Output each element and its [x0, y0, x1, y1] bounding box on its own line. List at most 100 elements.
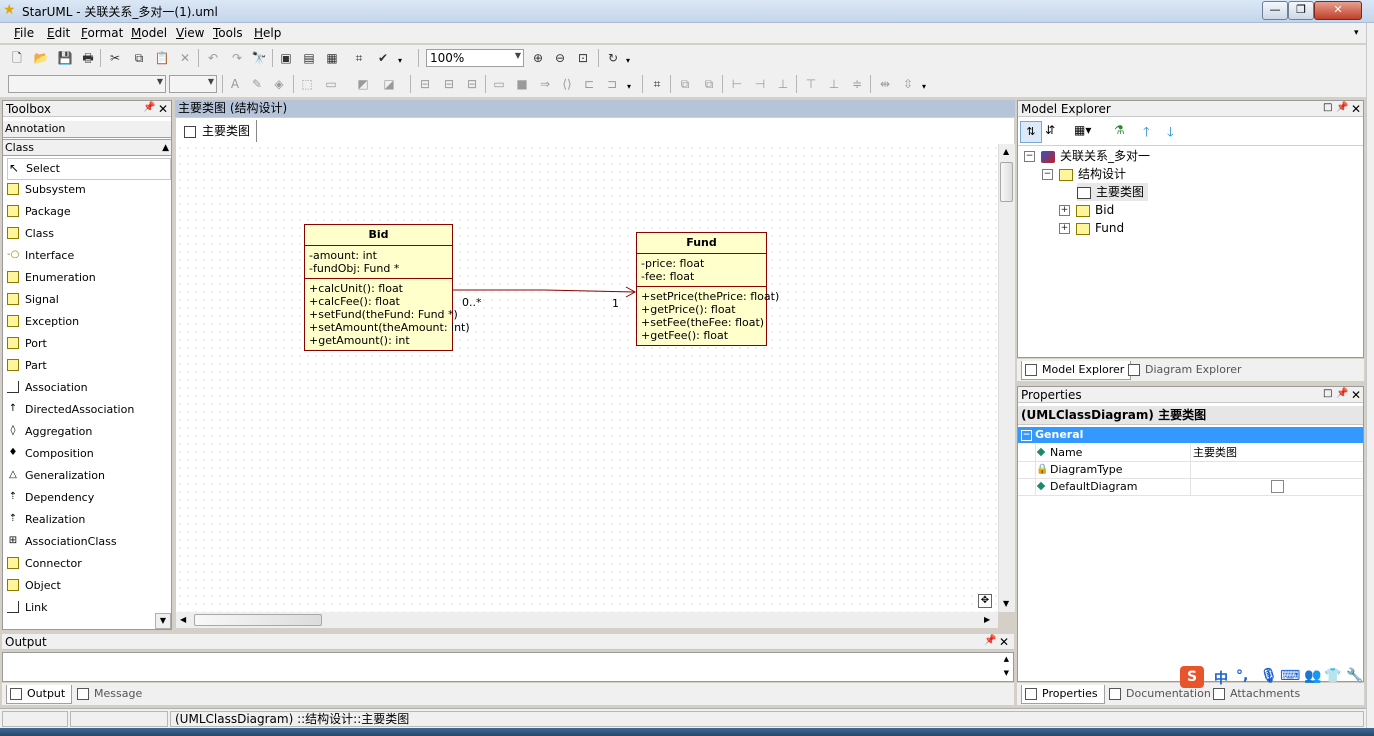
property-group-general[interactable]: − General [1018, 427, 1363, 443]
align-left-icon[interactable]: ⊢ [728, 75, 746, 93]
skin-icon[interactable]: 👕 [1324, 668, 1341, 684]
association-connector[interactable] [176, 144, 998, 612]
toolbox-item-link[interactable]: Link [7, 598, 169, 618]
property-row-name[interactable]: Name 主要类图 [1018, 444, 1363, 462]
scroll-up-icon[interactable]: ▲ [1003, 147, 1009, 156]
minimize-button[interactable]: — [1262, 1, 1288, 20]
toolbox-item-object[interactable]: Object [7, 576, 169, 596]
ime-chinese-mode-icon[interactable]: 中 [1214, 668, 1228, 688]
align-top-icon[interactable]: ⊤ [802, 75, 820, 93]
tree-item-class-bid[interactable]: + Bid [1059, 201, 1114, 219]
menu-model[interactable]: Model [131, 26, 167, 40]
align-icon[interactable]: ⊟ [463, 75, 481, 93]
pin-icon[interactable]: 📌 [984, 635, 996, 646]
add-diagram-icon[interactable]: ▣ [277, 49, 295, 67]
move-down-icon[interactable]: 🡓 [1167, 123, 1174, 145]
stereotype-display-icon[interactable]: ▭ [322, 75, 340, 93]
pin-icon[interactable]: 📌 [1336, 102, 1348, 113]
tree-item-package[interactable]: − 结构设计 [1042, 165, 1126, 183]
ime-punctuation-icon[interactable]: °, [1236, 668, 1248, 684]
suppress-attributes-icon[interactable]: ◩ [354, 75, 372, 93]
tab-diagram-explorer[interactable]: Diagram Explorer [1125, 361, 1242, 379]
property-row-default-diagram[interactable]: DefaultDiagram [1018, 478, 1363, 496]
scroll-left-icon[interactable]: ◀ [180, 615, 186, 624]
toolbox-item-association-class[interactable]: ⊞ AssociationClass [7, 532, 169, 552]
tab-model-explorer[interactable]: Model Explorer [1021, 361, 1132, 380]
chevron-down-icon[interactable]: ▾ [627, 82, 631, 91]
shape-icon[interactable]: ⊏ [580, 75, 598, 93]
font-size-select[interactable]: ▼ [169, 75, 217, 93]
uml-class-fund[interactable]: Fund -price: float -fee: float +setPrice… [636, 232, 779, 346]
align-right-icon[interactable]: ⊣ [751, 75, 769, 93]
align-icon[interactable]: ⊟ [440, 75, 458, 93]
toolbox-item-aggregation[interactable]: ◊ Aggregation [7, 422, 169, 442]
scroll-down-icon[interactable]: ▼ [1004, 669, 1009, 677]
font-icon[interactable]: A [226, 75, 244, 93]
menu-format[interactable]: Format [81, 26, 123, 40]
tab-output[interactable]: Output [6, 685, 73, 704]
undo-icon[interactable]: ↶ [204, 49, 222, 67]
toolbox-item-class[interactable]: Class [7, 224, 169, 244]
tree-item-project[interactable]: − 关联关系_多对一 [1024, 147, 1150, 165]
default-diagram-checkbox[interactable] [1271, 480, 1284, 493]
toolbox-item-port[interactable]: Port [7, 334, 169, 354]
collapse-icon[interactable]: − [1021, 429, 1032, 441]
toolbox-item-generalization[interactable]: △ Generalization [7, 466, 169, 486]
chevron-up-icon[interactable]: ▲ [162, 140, 169, 156]
close-icon[interactable]: ✕ [999, 635, 1009, 649]
delete-icon[interactable]: ✕ [176, 49, 194, 67]
paste-icon[interactable]: 📋 [153, 49, 171, 67]
toolbox-item-subsystem[interactable]: Subsystem [7, 180, 169, 200]
shape-icon[interactable]: ■ [513, 75, 531, 93]
find-icon[interactable]: 🔭 [250, 49, 268, 67]
space-vertical-icon[interactable]: ⇳ [899, 75, 917, 93]
diagram-canvas[interactable]: 0..* 1 Bid -amount: int -fundObj: Fund *… [176, 144, 998, 612]
pin-icon[interactable]: 📌 [1336, 388, 1348, 399]
canvas-vertical-scrollbar[interactable]: ▲ ▼ [998, 144, 1015, 612]
open-icon[interactable]: 📂 [32, 49, 50, 67]
menu-help[interactable]: Help [254, 26, 281, 40]
tree-item-diagram[interactable]: 主要类图 [1077, 183, 1149, 201]
uml-class-bid[interactable]: Bid -amount: int -fundObj: Fund * +calcU… [304, 224, 470, 351]
close-button[interactable]: ✕ [1314, 1, 1362, 20]
toolbox-item-composition[interactable]: ♦ Composition [7, 444, 169, 464]
space-horizontal-icon[interactable]: ⇹ [876, 75, 894, 93]
cut-icon[interactable]: ✂ [106, 49, 124, 67]
close-icon[interactable]: ✕ [1351, 388, 1361, 402]
toolbox-item-association[interactable]: Association [7, 378, 169, 398]
maximize-panel-icon[interactable]: □ [1323, 388, 1332, 399]
print-icon[interactable]: 🖶 [79, 49, 97, 67]
move-up-icon[interactable]: 🡑 [1143, 123, 1150, 145]
maximize-button[interactable]: ❐ [1288, 1, 1314, 20]
bring-front-icon[interactable]: ⧉ [676, 75, 694, 93]
sort-ascending-icon[interactable]: ⇅ [1020, 121, 1042, 143]
zoom-select[interactable]: 100% ▼ [426, 49, 524, 67]
fill-color-icon[interactable]: ◈ [270, 75, 288, 93]
output-log[interactable]: ▲ ▼ [2, 652, 1014, 682]
align-icon[interactable]: ⊟ [416, 75, 434, 93]
toolbox-item-package[interactable]: Package [7, 202, 169, 222]
menu-edit[interactable]: Edit [47, 26, 70, 40]
toolbox-item-part[interactable]: Part [7, 356, 169, 376]
align-middle-icon[interactable]: ≑ [848, 75, 866, 93]
expand-icon[interactable]: + [1059, 205, 1070, 216]
toolbox-item-realization[interactable]: ⇡ Realization [7, 510, 169, 530]
scroll-thumb[interactable] [1000, 162, 1013, 202]
user-icon[interactable]: 👥 [1304, 668, 1321, 684]
verify-icon[interactable]: ✔ [374, 49, 392, 67]
shape-icon[interactable]: ▭ [490, 75, 508, 93]
collapse-icon[interactable]: − [1024, 151, 1035, 162]
shape-icon[interactable]: ⊐ [603, 75, 621, 93]
scroll-up-icon[interactable]: ▲ [1004, 655, 1009, 663]
pin-icon[interactable]: 📌 [143, 102, 155, 113]
menu-view[interactable]: View [176, 26, 204, 40]
zoom-in-icon[interactable]: ⊕ [529, 49, 547, 67]
toolbox-category-annotation[interactable]: Annotation [3, 121, 171, 138]
property-row-diagram-type[interactable]: 🔒 DiagramType [1018, 461, 1363, 479]
toolbox-item-dependency[interactable]: ⇡ Dependency [7, 488, 169, 508]
tree-item-class-fund[interactable]: + Fund [1059, 219, 1124, 237]
close-icon[interactable]: ✕ [1351, 102, 1361, 116]
sort-descending-icon[interactable]: ⇵ [1045, 123, 1055, 137]
tab-message[interactable]: Message [74, 685, 142, 703]
tab-main-diagram[interactable]: 主要类图 [178, 120, 258, 142]
